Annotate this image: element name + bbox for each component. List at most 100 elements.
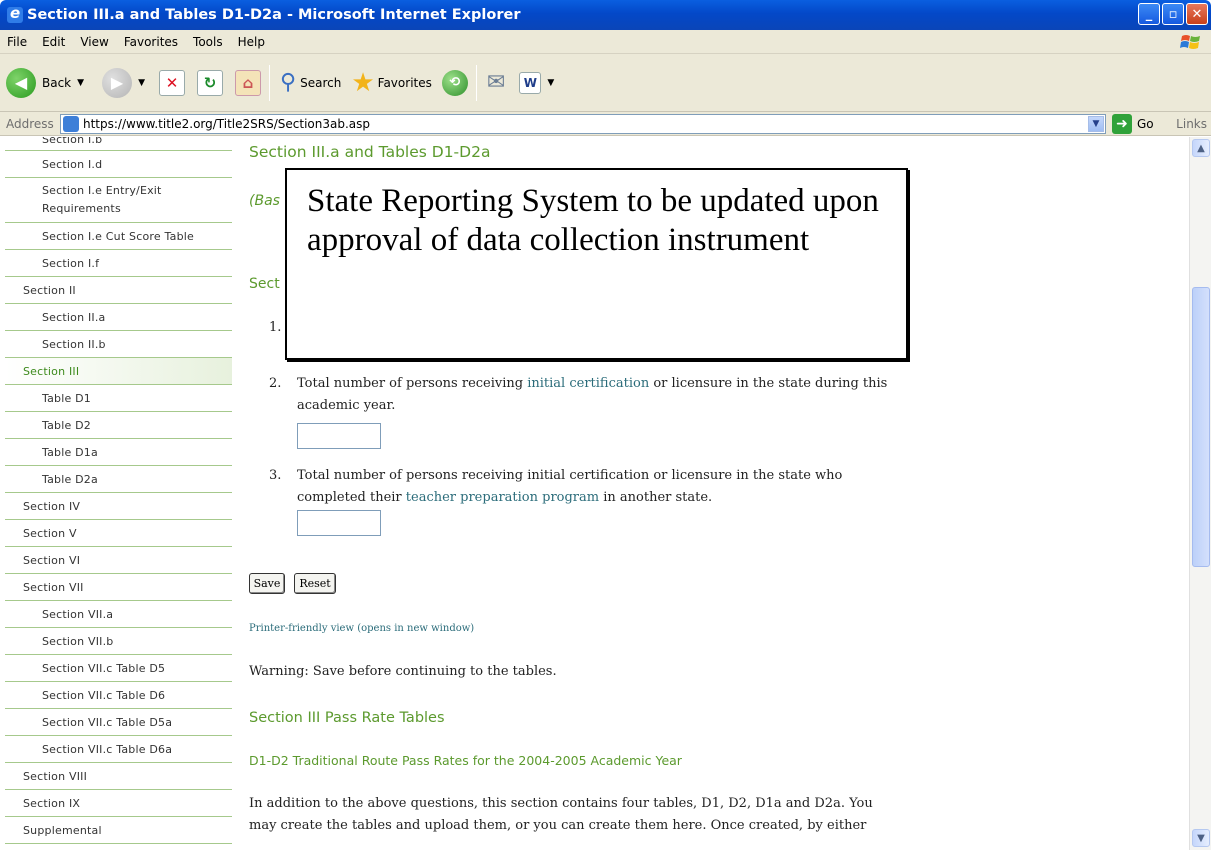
refresh-icon: ↻ xyxy=(196,69,223,96)
sidebar-item-section-2b[interactable]: Section II.b xyxy=(5,331,232,358)
sidebar-nav: Section I.b Section I.d Section I.e Entr… xyxy=(5,137,232,850)
pass-rate-heading: Section III Pass Rate Tables xyxy=(249,710,445,726)
printer-friendly-link[interactable]: Printer-friendly view (opens in new wind… xyxy=(249,623,474,634)
sidebar-item-section-7c-d6a[interactable]: Section VII.c Table D6a xyxy=(5,736,232,763)
sidebar-item-section-4[interactable]: Section IV xyxy=(5,493,232,520)
question-2: 2. Total number of persons receiving ini… xyxy=(269,373,897,417)
toolbar-separator xyxy=(268,64,270,101)
question-2-input[interactable] xyxy=(297,423,381,449)
sidebar-item-section-7a[interactable]: Section VII.a xyxy=(5,601,232,628)
sidebar-item-section-1e-cut-score[interactable]: Section I.e Cut Score Table xyxy=(5,223,232,250)
save-button[interactable]: Save xyxy=(249,573,285,594)
question-3-number: 3. xyxy=(269,468,282,483)
sidebar-item-section-8[interactable]: Section VIII xyxy=(5,763,232,790)
sidebar-item-section-2[interactable]: Section II xyxy=(5,277,232,304)
back-dropdown-icon[interactable]: ▼ xyxy=(77,78,84,88)
section-label: Sect xyxy=(249,276,280,292)
window-controls: _ ▫ ✕ xyxy=(1138,3,1208,25)
windows-logo-icon xyxy=(1180,35,1200,49)
menu-tools[interactable]: Tools xyxy=(186,35,231,49)
sidebar-item-table-d2a[interactable]: Table D2a xyxy=(5,466,232,493)
menu-view[interactable]: View xyxy=(73,35,116,49)
menu-favorites[interactable]: Favorites xyxy=(117,35,186,49)
sidebar-item-section-6[interactable]: Section VI xyxy=(5,547,232,574)
address-url[interactable]: https://www.title2.org/Title2SRS/Section… xyxy=(83,117,370,131)
update-notice-overlay: State Reporting System to be updated upo… xyxy=(285,168,908,360)
history-icon: ⟲ xyxy=(441,69,468,96)
sidebar-item-table-d2[interactable]: Table D2 xyxy=(5,412,232,439)
sidebar-item-section-7c-d5a[interactable]: Section VII.c Table D5a xyxy=(5,709,232,736)
sidebar-item-supplemental[interactable]: Supplemental xyxy=(5,817,232,844)
favorites-star-icon: ★ xyxy=(351,67,375,98)
refresh-button[interactable]: ↻ xyxy=(196,69,223,96)
page-title: Section III.a and Tables D1-D2a xyxy=(249,143,491,161)
minimize-button[interactable]: _ xyxy=(1138,3,1160,25)
ie-icon xyxy=(7,4,23,23)
search-button[interactable]: ⚲ Search xyxy=(280,70,341,95)
sidebar-item-section-1b[interactable]: Section I.b xyxy=(5,137,232,151)
home-button[interactable]: ⌂ xyxy=(234,69,261,96)
forward-arrow-icon: ▶ xyxy=(102,67,133,98)
maximize-button[interactable]: ▫ xyxy=(1162,3,1184,25)
home-icon: ⌂ xyxy=(234,69,261,96)
menu-file[interactable]: File xyxy=(0,35,35,49)
favorites-button[interactable]: ★ Favorites xyxy=(351,68,432,98)
sidebar-item-table-d1[interactable]: Table D1 xyxy=(5,385,232,412)
question-3-text-post: in another state. xyxy=(599,490,713,505)
sidebar-item-section-1e-entry-exit[interactable]: Section I.e Entry/Exit Requirements xyxy=(5,178,232,223)
sidebar-item-section-7c-d6[interactable]: Section VII.c Table D6 xyxy=(5,682,232,709)
links-toolbar[interactable]: Links xyxy=(1176,117,1207,131)
close-button[interactable]: ✕ xyxy=(1186,3,1208,25)
address-dropdown-icon[interactable]: ▼ xyxy=(1088,116,1104,132)
sidebar-item-section-7c-d5[interactable]: Section VII.c Table D5 xyxy=(5,655,232,682)
reset-button[interactable]: Reset xyxy=(294,573,336,594)
scroll-thumb[interactable] xyxy=(1192,287,1210,567)
toolbar-separator xyxy=(475,64,477,101)
question-2-text-pre: Total number of persons receiving xyxy=(297,376,528,391)
search-label: Search xyxy=(300,75,342,90)
back-label: Back xyxy=(42,75,72,90)
sidebar-item-section-2a[interactable]: Section II.a xyxy=(5,304,232,331)
back-arrow-icon: ◀ xyxy=(6,67,36,98)
sidebar-item-section-5[interactable]: Section V xyxy=(5,520,232,547)
save-warning: Warning: Save before continuing to the t… xyxy=(249,664,557,679)
question-2-number: 2. xyxy=(269,376,282,391)
sidebar-item-section-3[interactable]: Section III xyxy=(5,358,232,385)
tables-intro-text: In addition to the above questions, this… xyxy=(249,796,873,833)
go-button[interactable]: ➜ Go xyxy=(1112,114,1154,134)
address-bar: Address https://www.title2.org/Title2SRS… xyxy=(0,112,1211,136)
stop-button[interactable]: ✕ xyxy=(158,69,185,96)
menu-edit[interactable]: Edit xyxy=(35,35,73,49)
back-button[interactable]: ◀ Back ▼ xyxy=(6,67,84,98)
vertical-scrollbar[interactable]: ▲ ▼ xyxy=(1189,137,1211,850)
basis-note: (Bas xyxy=(249,193,280,209)
forward-dropdown-icon[interactable]: ▼ xyxy=(138,78,145,88)
question-3-input[interactable] xyxy=(297,510,381,536)
sidebar-item-section-9[interactable]: Section IX xyxy=(5,790,232,817)
history-button[interactable]: ⟲ xyxy=(441,69,468,96)
go-arrow-icon: ➜ xyxy=(1112,114,1132,134)
sidebar-item-section-1f[interactable]: Section I.f xyxy=(5,250,232,277)
edit-word-button[interactable]: W ▼ xyxy=(519,71,554,94)
sidebar-item-section-7b[interactable]: Section VII.b xyxy=(5,628,232,655)
mail-icon: ✉ xyxy=(486,70,506,95)
menu-help[interactable]: Help xyxy=(231,35,273,49)
sidebar-item-section-7[interactable]: Section VII xyxy=(5,574,232,601)
scroll-down-icon[interactable]: ▼ xyxy=(1192,829,1210,847)
scroll-up-icon[interactable]: ▲ xyxy=(1192,139,1210,157)
go-label: Go xyxy=(1137,117,1154,131)
favorites-label: Favorites xyxy=(377,75,432,90)
address-label: Address xyxy=(6,116,54,131)
sidebar-item-table-d1a[interactable]: Table D1a xyxy=(5,439,232,466)
address-input[interactable]: https://www.title2.org/Title2SRS/Section… xyxy=(60,114,1106,134)
standard-toolbar: ◀ Back ▼ ▶ ▼ ✕ ↻ ⌂ ⚲ Search ★ Favorites … xyxy=(0,54,1211,112)
question-1-number: 1. xyxy=(269,320,282,335)
forward-button[interactable]: ▶ ▼ xyxy=(102,67,145,98)
edit-dropdown-icon[interactable]: ▼ xyxy=(547,78,554,88)
d1-d2-heading: D1-D2 Traditional Route Pass Rates for t… xyxy=(249,753,682,768)
teacher-preparation-program-link[interactable]: teacher preparation program xyxy=(406,490,599,505)
initial-certification-link[interactable]: initial certification xyxy=(527,376,649,391)
sidebar-item-section-1d[interactable]: Section I.d xyxy=(5,151,232,178)
window-title-bar[interactable]: Section III.a and Tables D1-D2a - Micros… xyxy=(0,0,1211,30)
mail-button[interactable]: ✉ xyxy=(487,70,505,95)
